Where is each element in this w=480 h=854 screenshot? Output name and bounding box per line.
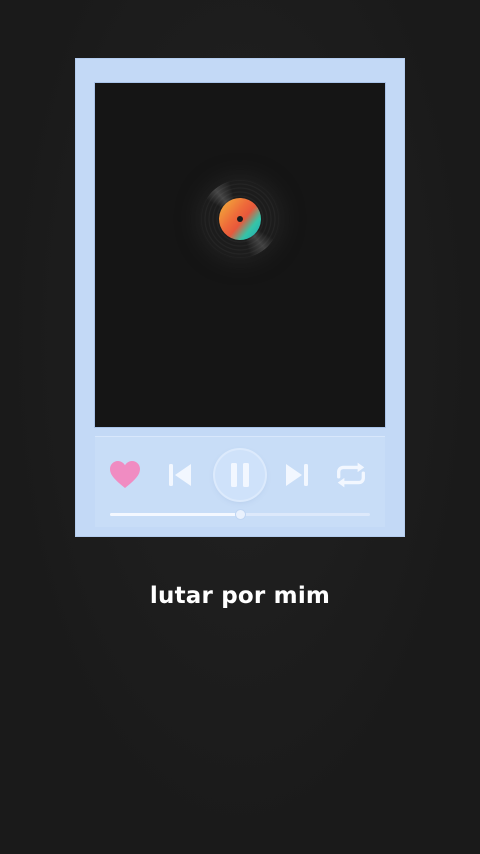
album-artwork	[95, 83, 385, 427]
repeat-icon	[337, 462, 365, 488]
progress-fill	[110, 513, 240, 516]
music-player-card	[75, 58, 405, 537]
pause-icon	[231, 463, 249, 487]
vinyl-record-icon	[201, 180, 279, 258]
heart-icon	[110, 461, 140, 488]
play-pause-button[interactable]	[215, 450, 265, 500]
skip-previous-icon	[169, 464, 191, 486]
next-button[interactable]	[279, 457, 315, 493]
skip-next-icon	[286, 464, 308, 486]
like-button[interactable]	[107, 457, 143, 493]
screen: lutar por mim	[0, 0, 480, 854]
progress-bar[interactable]	[110, 510, 370, 519]
song-title: lutar por mim	[149, 583, 331, 609]
progress-knob[interactable]	[235, 510, 245, 519]
player-controls	[95, 436, 385, 527]
repeat-button[interactable]	[333, 457, 369, 493]
previous-button[interactable]	[162, 457, 198, 493]
